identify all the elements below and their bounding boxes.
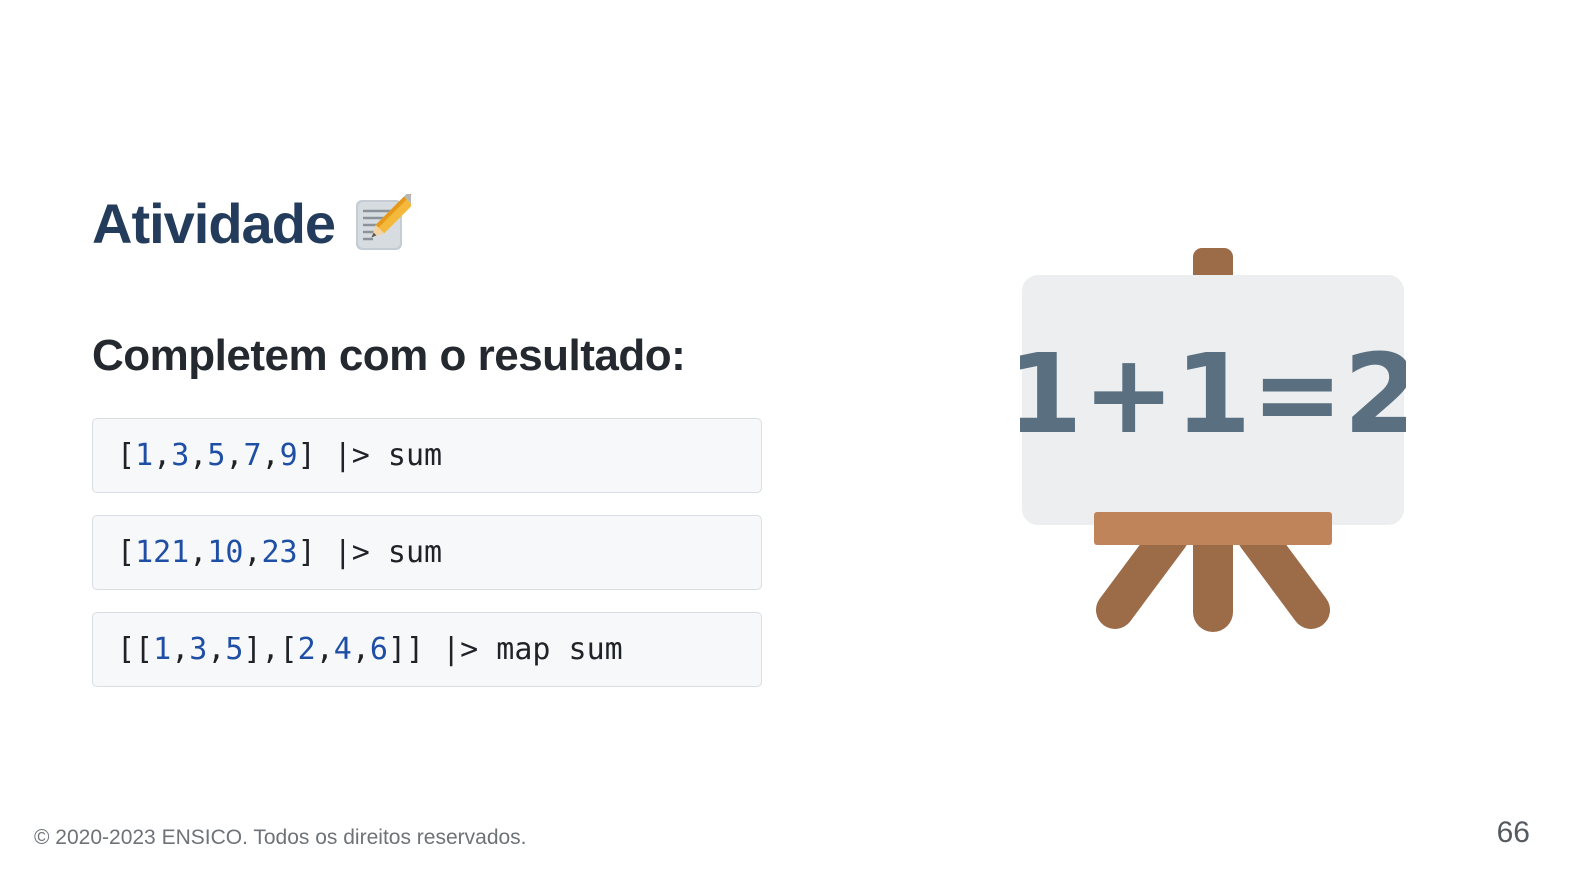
code-block-1: [1, 3, 5, 7, 9] |> sum	[92, 418, 762, 493]
memo-icon	[356, 194, 412, 250]
code-number: 1	[135, 438, 154, 473]
code-text: ,	[315, 632, 334, 667]
slide: Atividade Completem com o resultado: [1,…	[0, 0, 1576, 882]
code-number: 3	[189, 632, 208, 667]
easel-right-leg	[1237, 517, 1330, 629]
code-number: 7	[243, 438, 262, 473]
code-block-2: [121, 10, 23] |> sum	[92, 515, 762, 590]
code-number: 23	[261, 535, 298, 570]
easel-left-leg	[1096, 517, 1189, 629]
easel-tray	[1094, 512, 1332, 545]
code-text: ,	[189, 438, 208, 473]
instruction-heading: Completem com o resultado:	[92, 331, 686, 380]
copyright-footer: © 2020-2023 ENSICO. Todos os direitos re…	[34, 826, 527, 849]
code-text: ,	[153, 438, 172, 473]
code-text: ]] |> map sum	[387, 632, 623, 667]
code-text: [[	[117, 632, 154, 667]
code-block-3: [[1, 3, 5],[2, 4, 6]] |> map sum	[92, 612, 762, 687]
code-text: [	[117, 535, 136, 570]
board-equation: 1+1=2	[1020, 330, 1406, 458]
page-title: Atividade	[92, 192, 336, 255]
code-number: 2	[297, 632, 316, 667]
title-row: Atividade	[92, 188, 412, 260]
code-text: ,	[351, 632, 370, 667]
code-number: 5	[225, 632, 244, 667]
code-text: ] |> sum	[297, 535, 443, 570]
easel-board-icon: 1+1=2	[1020, 248, 1406, 632]
code-number: 9	[279, 438, 298, 473]
code-text: ,	[243, 535, 262, 570]
code-text: ,	[261, 438, 280, 473]
code-text: [	[117, 438, 136, 473]
page-number: 66	[1496, 816, 1530, 849]
code-text: ],[	[243, 632, 298, 667]
code-number: 4	[333, 632, 352, 667]
code-text: ] |> sum	[297, 438, 443, 473]
code-text: ,	[225, 438, 244, 473]
code-number: 1	[153, 632, 172, 667]
code-text: ,	[207, 632, 226, 667]
code-number: 3	[171, 438, 190, 473]
code-text: ,	[189, 535, 208, 570]
code-number: 121	[135, 535, 190, 570]
code-number: 10	[207, 535, 244, 570]
code-number: 5	[207, 438, 226, 473]
code-text: ,	[171, 632, 190, 667]
code-number: 6	[369, 632, 388, 667]
